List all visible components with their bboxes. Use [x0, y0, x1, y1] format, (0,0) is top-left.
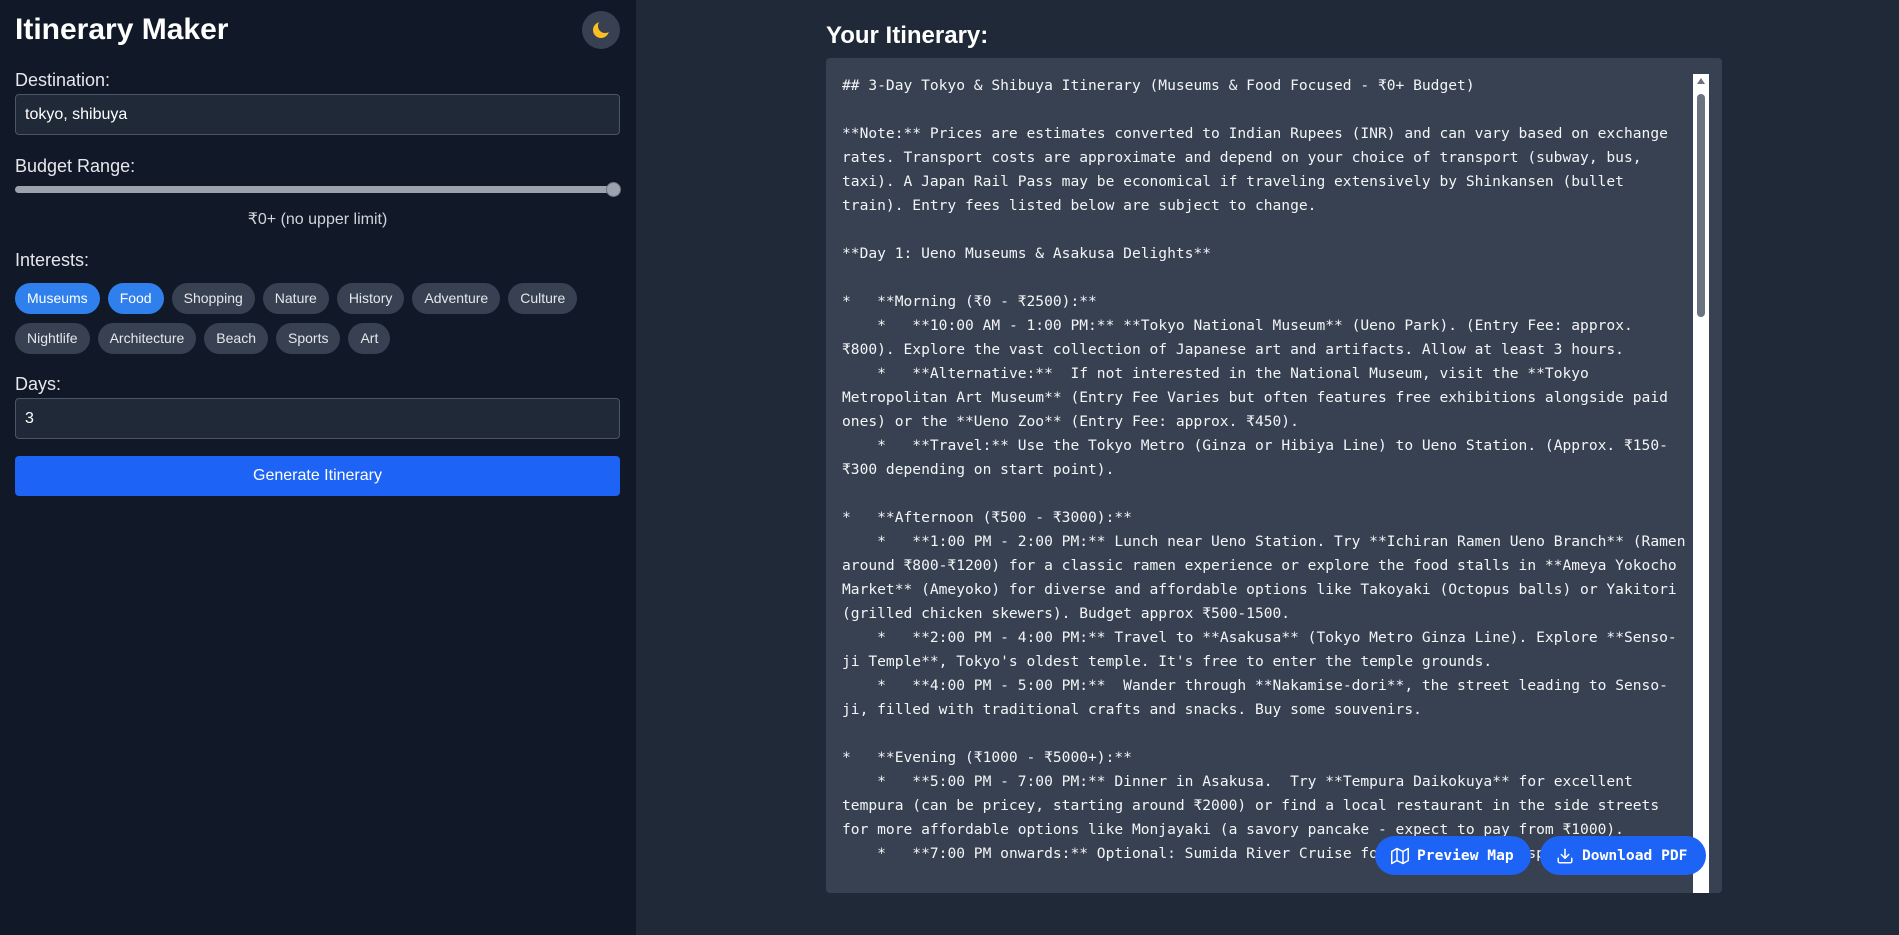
interest-chip[interactable]: History	[336, 283, 405, 314]
days-input[interactable]	[15, 398, 620, 439]
itinerary-text: ## 3-Day Tokyo & Shibuya Itinerary (Muse…	[842, 77, 1686, 862]
interest-chip[interactable]: Culture	[508, 283, 578, 314]
theme-toggle-button[interactable]	[582, 11, 620, 49]
map-icon	[1391, 847, 1409, 864]
budget-label: Budget Range:	[15, 156, 136, 176]
scroll-up-arrow-icon[interactable]	[1697, 78, 1705, 84]
generate-itinerary-button[interactable]: Generate Itinerary	[15, 456, 620, 496]
itinerary-heading: Your Itinerary:	[826, 22, 989, 49]
sidebar: Itinerary Maker Destination: Budget Rang…	[0, 0, 636, 935]
download-pdf-label: Download PDF	[1582, 847, 1688, 864]
preview-map-button[interactable]: Preview Map	[1375, 836, 1531, 875]
scrollbar-thumb[interactable]	[1697, 94, 1705, 317]
budget-slider-track[interactable]	[15, 186, 620, 193]
interest-chip[interactable]: Adventure	[412, 283, 501, 314]
download-pdf-button[interactable]: Download PDF	[1540, 836, 1706, 875]
destination-label: Destination:	[15, 70, 111, 90]
interest-chip[interactable]: Architecture	[97, 323, 197, 354]
app-title: Itinerary Maker	[15, 13, 229, 46]
interest-chip[interactable]: Shopping	[171, 283, 255, 314]
interests-label: Interests:	[15, 250, 90, 270]
interest-chip[interactable]: Sports	[276, 323, 341, 354]
days-label: Days:	[15, 374, 62, 394]
itinerary-scrollbar[interactable]	[1693, 74, 1709, 893]
download-icon	[1557, 848, 1573, 863]
moon-icon	[593, 19, 612, 38]
interest-chip[interactable]: Nature	[262, 283, 329, 314]
preview-map-label: Preview Map	[1417, 847, 1514, 864]
interest-chip[interactable]: Food	[107, 283, 164, 314]
itinerary-panel: ## 3-Day Tokyo & Shibuya Itinerary (Muse…	[826, 58, 1722, 893]
interest-chip[interactable]: Museums	[15, 283, 100, 314]
interest-chip[interactable]: Nightlife	[15, 323, 90, 354]
destination-input[interactable]	[15, 94, 620, 135]
budget-slider-thumb[interactable]	[606, 182, 621, 197]
budget-value-text: ₹0+ (no upper limit)	[247, 211, 388, 228]
interest-chip[interactable]: Beach	[204, 323, 268, 354]
interest-chips: Museums Food Shopping Nature History Adv…	[15, 283, 625, 354]
interest-chip[interactable]: Art	[348, 323, 391, 354]
